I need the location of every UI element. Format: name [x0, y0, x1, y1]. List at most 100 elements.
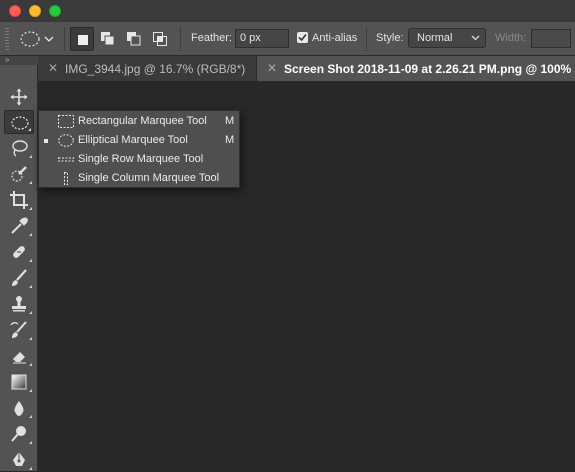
feather-label: Feather: [191, 32, 232, 44]
new-selection-button[interactable] [70, 27, 94, 51]
style-label: Style: [376, 32, 404, 44]
window-close-button[interactable] [9, 5, 21, 17]
rectangular-marquee-icon [58, 115, 74, 128]
pen-tool-button[interactable] [4, 448, 34, 472]
tools-panel-header[interactable]: » [0, 56, 38, 65]
window-maximize-button[interactable] [49, 5, 61, 17]
elliptical-marquee-tool-button[interactable] [4, 110, 34, 134]
separator [366, 27, 367, 51]
expand-panel-icon[interactable]: » [5, 55, 9, 64]
chevron-down-icon [471, 35, 480, 41]
add-to-selection-icon [101, 32, 115, 46]
tool-preset-picker[interactable] [18, 28, 58, 50]
tools-panel: » [0, 56, 38, 471]
blur-tool-icon [14, 401, 24, 416]
subtract-from-selection-button[interactable] [122, 27, 146, 51]
flyout-item-shortcut: M [225, 134, 235, 146]
tool-preset-icon [20, 31, 54, 47]
tool-group-indicator [29, 467, 32, 470]
crop-tool-button[interactable] [4, 188, 34, 212]
lasso-tool-button[interactable] [4, 136, 34, 160]
width-input[interactable] [531, 29, 571, 48]
antialias-label: Anti-alias [312, 32, 358, 44]
history-brush-tool-icon [10, 321, 27, 338]
separator [180, 27, 181, 51]
flyout-item-label: Single Column Marquee Tool [78, 172, 220, 184]
healing-brush-tool-button[interactable] [4, 240, 34, 264]
width-label: Width: [495, 32, 527, 44]
tool-group-indicator [29, 389, 32, 392]
new-selection-icon [78, 35, 88, 45]
flyout-item-single-column-marquee[interactable]: Single Column Marquee Tool [39, 169, 239, 188]
marquee-tools-flyout: Rectangular Marquee Tool M Elliptical Ma… [38, 110, 240, 188]
blur-tool-button[interactable] [4, 396, 34, 420]
gradient-tool-icon [11, 374, 27, 390]
move-tool-button[interactable] [4, 85, 34, 109]
intersect-selection-button[interactable] [148, 27, 172, 51]
flyout-item-shortcut: M [225, 115, 235, 127]
tool-group-indicator [29, 233, 32, 236]
tool-group-indicator [29, 311, 32, 314]
tool-group-indicator [29, 415, 32, 418]
quick-selection-tool-button[interactable] [4, 162, 34, 186]
brush-tool-icon [12, 269, 27, 286]
subtract-from-selection-icon [127, 32, 141, 46]
history-brush-tool-button[interactable] [4, 318, 34, 342]
close-tab-icon[interactable]: ✕ [48, 61, 58, 75]
tab-label: Screen Shot 2018-11-09 at 2.26.21 PM.png… [284, 62, 572, 76]
eraser-tool-icon [13, 352, 26, 364]
gradient-tool-button[interactable] [4, 370, 34, 394]
tool-group-indicator [29, 207, 32, 210]
tab-label: IMG_3944.jpg @ 16.7% (RGB/8*) [65, 62, 246, 76]
checkmark-icon [298, 34, 307, 42]
selected-indicator [44, 139, 48, 143]
pen-tool-icon [13, 452, 25, 466]
clone-stamp-tool-button[interactable] [4, 292, 34, 316]
window-titlebar [0, 0, 575, 22]
brush-tool-button[interactable] [4, 266, 34, 290]
elliptical-marquee-tool-icon [11, 116, 29, 130]
tool-group-indicator [29, 337, 32, 340]
feather-input[interactable]: 0 px [235, 29, 289, 48]
clone-stamp-tool-icon [12, 296, 26, 312]
antialias-checkbox[interactable] [297, 32, 308, 43]
single-row-marquee-icon [58, 157, 74, 162]
flyout-item-rectangular-marquee[interactable]: Rectangular Marquee Tool M [39, 112, 239, 131]
tool-group-indicator [29, 285, 32, 288]
flyout-item-label: Rectangular Marquee Tool [78, 115, 207, 127]
flyout-item-elliptical-marquee[interactable]: Elliptical Marquee Tool M [39, 131, 239, 150]
tool-group-indicator [29, 181, 32, 184]
add-to-selection-button[interactable] [96, 27, 120, 51]
document-tab-img3944[interactable]: ✕ IMG_3944.jpg @ 16.7% (RGB/8*) [38, 56, 257, 81]
eraser-tool-button[interactable] [4, 344, 34, 368]
crop-tool-icon [10, 191, 28, 209]
close-tab-icon[interactable]: ✕ [267, 61, 277, 75]
options-bar: Feather: 0 px Anti-alias Style: Normal W… [0, 22, 575, 56]
quick-selection-tool-icon [11, 166, 27, 182]
eyedropper-tool-button[interactable] [4, 214, 34, 238]
separator [64, 27, 65, 51]
flyout-item-label: Elliptical Marquee Tool [78, 134, 188, 146]
style-select[interactable]: Normal [408, 28, 486, 48]
single-column-marquee-icon [64, 172, 68, 185]
options-bar-grip[interactable] [5, 28, 9, 50]
tool-group-indicator [28, 128, 31, 131]
elliptical-marquee-icon [58, 134, 74, 147]
lasso-tool-icon [12, 140, 28, 157]
document-tab-screenshot[interactable]: ✕ Screen Shot 2018-11-09 at 2.26.21 PM.p… [257, 56, 575, 81]
document-tab-bar: ✕ IMG_3944.jpg @ 16.7% (RGB/8*) ✕ Screen… [38, 56, 575, 81]
window-minimize-button[interactable] [29, 5, 41, 17]
dodge-tool-button[interactable] [4, 422, 34, 446]
tool-group-indicator [29, 441, 32, 444]
style-select-value: Normal [417, 32, 453, 44]
move-tool-icon [10, 88, 28, 106]
intersect-selection-icon [153, 32, 167, 46]
tool-group-indicator [29, 155, 32, 158]
flyout-item-single-row-marquee[interactable]: Single Row Marquee Tool [39, 150, 239, 169]
tool-group-indicator [29, 259, 32, 262]
dodge-tool-icon [11, 426, 26, 442]
healing-brush-tool-icon [13, 246, 25, 258]
flyout-item-label: Single Row Marquee Tool [78, 153, 204, 165]
eyedropper-tool-icon [11, 217, 28, 234]
tool-group-indicator [29, 363, 32, 366]
